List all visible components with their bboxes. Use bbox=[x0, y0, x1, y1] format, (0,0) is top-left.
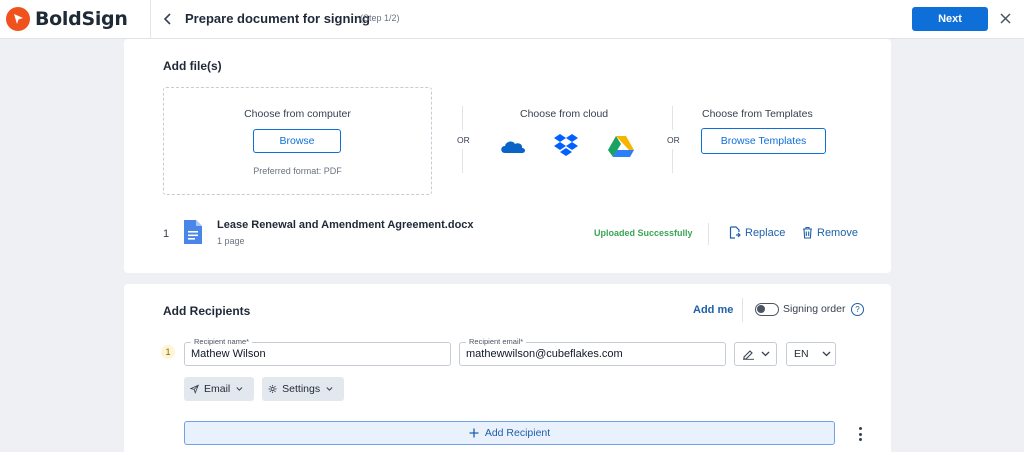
file-name: Lease Renewal and Amendment Agreement.do… bbox=[217, 219, 474, 231]
signer-role-select[interactable] bbox=[734, 342, 777, 366]
cloud-title: Choose from cloud bbox=[520, 108, 609, 120]
recipient-email-field[interactable]: Recipient email* bbox=[459, 337, 726, 366]
more-options-icon[interactable] bbox=[855, 426, 865, 442]
chevron-left-icon bbox=[163, 13, 171, 25]
recipient-email-input[interactable] bbox=[460, 343, 725, 365]
signing-order-label: Signing order bbox=[783, 303, 846, 315]
brand-name: BoldSign bbox=[35, 8, 128, 30]
delivery-method-label: Email bbox=[203, 383, 231, 395]
close-icon bbox=[999, 12, 1011, 24]
preferred-format-hint: Preferred format: PDF bbox=[253, 166, 342, 176]
header-divider bbox=[150, 0, 151, 39]
boldsign-logo[interactable]: BoldSign bbox=[6, 7, 128, 31]
language-select[interactable]: EN bbox=[786, 342, 836, 366]
signature-pen-icon bbox=[743, 350, 754, 360]
close-button[interactable] bbox=[996, 9, 1014, 27]
replace-file-icon bbox=[729, 226, 741, 239]
chevron-down-icon bbox=[326, 387, 333, 391]
recipient-name-input[interactable] bbox=[185, 343, 450, 365]
signing-order-toggle[interactable] bbox=[755, 303, 779, 316]
back-button[interactable] bbox=[159, 10, 177, 28]
divider-line bbox=[742, 298, 743, 322]
add-files-title: Add file(s) bbox=[163, 59, 222, 73]
add-recipient-label: Add Recipient bbox=[484, 427, 551, 439]
trash-icon bbox=[803, 226, 812, 239]
divider-line bbox=[672, 106, 673, 130]
or-label: OR bbox=[457, 135, 470, 145]
templates-title: Choose from Templates bbox=[702, 108, 813, 120]
browse-button[interactable]: Browse bbox=[253, 129, 341, 153]
chevron-down-icon bbox=[822, 351, 831, 357]
chevron-down-icon bbox=[761, 351, 770, 357]
add-me-link[interactable]: Add me bbox=[693, 304, 733, 316]
add-recipients-card: Add Recipients Add me Signing order ? 1 … bbox=[124, 284, 891, 452]
dropbox-icon[interactable] bbox=[553, 133, 579, 162]
document-icon bbox=[182, 219, 204, 250]
plus-icon bbox=[469, 428, 479, 438]
remove-label: Remove bbox=[817, 226, 858, 239]
logo-mark-icon bbox=[6, 7, 30, 31]
send-icon bbox=[190, 384, 199, 394]
toggle-knob bbox=[757, 305, 765, 313]
file-page-count: 1 page bbox=[217, 236, 245, 246]
recipient-email-label: Recipient email* bbox=[466, 337, 527, 346]
remove-button[interactable]: Remove bbox=[802, 226, 858, 239]
divider-line bbox=[672, 149, 673, 173]
help-icon[interactable]: ? bbox=[851, 303, 864, 316]
replace-button[interactable]: Replace bbox=[729, 226, 785, 239]
delivery-method-dropdown[interactable]: Email bbox=[184, 377, 254, 401]
or-label: OR bbox=[667, 135, 680, 145]
recipient-index: 1 bbox=[161, 345, 175, 359]
page-title: Prepare document for signing bbox=[185, 11, 370, 26]
google-drive-icon[interactable] bbox=[607, 135, 635, 162]
step-indicator: (Step 1/2) bbox=[360, 13, 400, 23]
next-button[interactable]: Next bbox=[912, 7, 988, 31]
replace-label: Replace bbox=[745, 226, 786, 239]
top-bar: BoldSign Prepare document for signing (S… bbox=[0, 0, 1024, 39]
upload-status: Uploaded Successfully bbox=[594, 228, 693, 238]
chevron-down-icon bbox=[236, 387, 243, 391]
recipient-settings-dropdown[interactable]: Settings bbox=[262, 377, 344, 401]
browse-templates-button[interactable]: Browse Templates bbox=[701, 128, 826, 154]
divider-line bbox=[462, 106, 463, 130]
add-recipients-title: Add Recipients bbox=[163, 304, 251, 318]
onedrive-icon[interactable] bbox=[499, 137, 527, 160]
language-value: EN bbox=[794, 348, 809, 360]
computer-title: Choose from computer bbox=[244, 108, 351, 120]
gear-icon bbox=[268, 385, 277, 393]
divider-line bbox=[708, 223, 709, 245]
recipient-name-label: Recipient name* bbox=[191, 337, 253, 346]
add-recipient-button[interactable]: Add Recipient bbox=[184, 421, 835, 445]
computer-drop-zone[interactable]: Choose from computer Browse Preferred fo… bbox=[163, 87, 432, 195]
recipient-name-field[interactable]: Recipient name* bbox=[184, 337, 451, 366]
add-files-card: Add file(s) Choose from computer Browse … bbox=[124, 39, 891, 273]
settings-label: Settings bbox=[282, 383, 321, 395]
file-index: 1 bbox=[163, 228, 170, 240]
divider-line bbox=[462, 149, 463, 173]
